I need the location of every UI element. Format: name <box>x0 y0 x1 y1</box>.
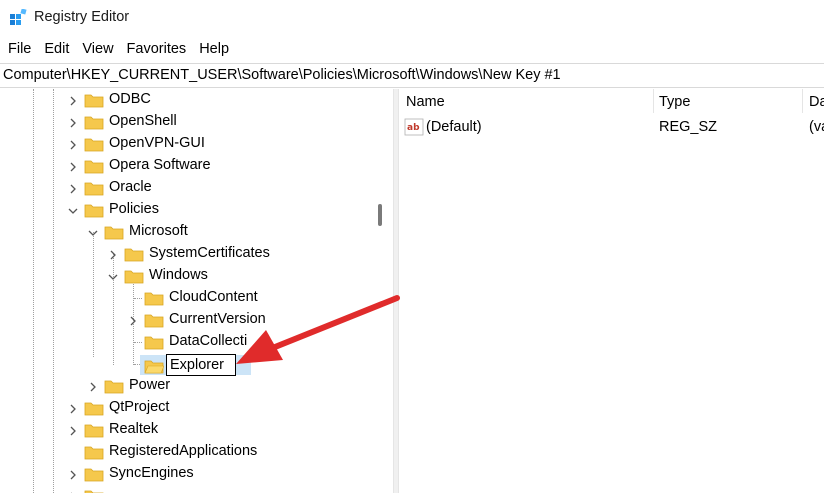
tree-node-label: Microsoft <box>129 223 188 239</box>
tree-node-windows[interactable]: Windows <box>0 265 370 287</box>
tree-node-label: Realtek <box>109 421 159 437</box>
folder-open-icon <box>144 360 164 374</box>
tree-node-policies[interactable]: Policies <box>0 199 370 221</box>
chevron-right-icon[interactable] <box>67 117 79 129</box>
folder-icon <box>84 402 104 416</box>
tree-node-realtek[interactable]: Realtek <box>0 419 370 441</box>
folder-icon <box>84 94 104 108</box>
folder-icon <box>84 424 104 438</box>
tree-node-power[interactable]: Power <box>0 375 370 397</box>
chevron-right-icon[interactable] <box>67 95 79 107</box>
tree-node-qtproject[interactable]: QtProject <box>0 397 370 419</box>
column-header-name[interactable]: Name <box>406 94 445 120</box>
tree-node-odbc[interactable]: ODBC <box>0 89 370 111</box>
tree-node-label: Policies <box>109 201 159 217</box>
tree-node-partial[interactable] <box>0 485 370 493</box>
tree-node-label: OpenShell <box>109 113 177 129</box>
chevron-down-icon[interactable] <box>67 205 79 217</box>
folder-icon <box>144 314 164 328</box>
address-bar[interactable]: Computer\HKEY_CURRENT_USER\Software\Poli… <box>0 63 824 88</box>
tree-node-label: Opera Software <box>109 157 211 173</box>
chevron-right-icon[interactable] <box>67 425 79 437</box>
chevron-right-icon[interactable] <box>67 139 79 151</box>
key-tree[interactable]: ODBC OpenShell OpenVPN-GUI Opera Softwar… <box>0 89 393 493</box>
chevron-right-icon[interactable] <box>87 381 99 393</box>
column-header-type[interactable]: Type <box>659 94 690 120</box>
rename-key-text[interactable]: Explorer <box>170 357 224 373</box>
tree-node-label: OpenVPN-GUI <box>109 135 205 151</box>
folder-icon <box>84 446 104 460</box>
tree-node-openshell[interactable]: OpenShell <box>0 111 370 133</box>
tree-node-currentversion[interactable]: CurrentVersion <box>0 309 370 331</box>
address-path[interactable]: Computer\HKEY_CURRENT_USER\Software\Poli… <box>3 67 561 83</box>
tree-node-label: Power <box>129 377 171 393</box>
folder-icon <box>84 468 104 482</box>
folder-icon <box>84 490 104 493</box>
svg-text:ab: ab <box>407 123 420 133</box>
folder-icon <box>144 336 164 350</box>
folder-icon <box>104 226 124 240</box>
value-name-default[interactable]: (Default) <box>426 119 482 135</box>
folder-icon <box>84 204 104 218</box>
chevron-down-icon[interactable] <box>87 227 99 239</box>
title-bar: Registry Editor <box>0 0 824 36</box>
tree-node-cloudcontent[interactable]: CloudContent <box>0 287 370 309</box>
chevron-down-icon[interactable] <box>107 271 119 283</box>
tree-node-systemcertificates[interactable]: SystemCertificates <box>0 243 370 265</box>
chevron-right-icon[interactable] <box>67 161 79 173</box>
menu-view[interactable]: View <box>74 41 113 57</box>
chevron-right-icon[interactable] <box>67 403 79 415</box>
folder-icon <box>144 292 164 306</box>
folder-icon <box>124 270 144 284</box>
window-title: Registry Editor <box>34 9 130 25</box>
tree-node-label: SystemCertificates <box>149 245 270 261</box>
tree-node-label: DataCollecti <box>169 333 248 349</box>
menu-bar: File Edit View Favorites Help <box>0 37 824 60</box>
column-header-data[interactable]: Da <box>809 94 824 120</box>
value-type-default: REG_SZ <box>659 119 718 135</box>
tree-node-label: CurrentVersion <box>169 311 266 327</box>
folder-icon <box>104 380 124 394</box>
folder-icon <box>84 182 104 196</box>
menu-edit[interactable]: Edit <box>36 41 69 57</box>
tree-node-label: RegisteredApplications <box>109 443 258 459</box>
chevron-right-icon[interactable] <box>127 315 139 327</box>
tree-scrollbar[interactable] <box>371 89 390 493</box>
tree-node-label: QtProject <box>109 399 170 415</box>
column-divider[interactable] <box>653 89 654 113</box>
tree-node-oracle[interactable]: Oracle <box>0 177 370 199</box>
tree-node-syncengines[interactable]: SyncEngines <box>0 463 370 485</box>
chevron-right-icon[interactable] <box>67 183 79 195</box>
folder-icon <box>84 116 104 130</box>
folder-icon <box>124 248 144 262</box>
folder-icon <box>84 160 104 174</box>
tree-node-label: SyncEngines <box>109 465 194 481</box>
folder-icon <box>84 138 104 152</box>
column-divider[interactable] <box>802 89 803 113</box>
string-value-icon: ab <box>404 118 424 136</box>
tree-node-datacollection[interactable]: DataCollecti <box>0 331 370 353</box>
scrollbar-thumb[interactable] <box>378 204 382 226</box>
menu-file[interactable]: File <box>0 41 31 57</box>
tree-node-registeredapplications[interactable]: RegisteredApplications <box>0 441 370 463</box>
value-data-default: (va <box>809 119 824 135</box>
chevron-right-icon[interactable] <box>107 249 119 261</box>
values-list[interactable]: Name Type Da ab (Default) REG_SZ (va <box>399 89 824 493</box>
registry-editor-icon <box>10 9 27 25</box>
tree-node-label: CloudContent <box>169 289 258 305</box>
tree-node-openvpn-gui[interactable]: OpenVPN-GUI <box>0 133 370 155</box>
tree-node-opera-software[interactable]: Opera Software <box>0 155 370 177</box>
rename-key-input[interactable]: Explorer <box>166 354 236 376</box>
menu-favorites[interactable]: Favorites <box>119 41 187 57</box>
chevron-right-icon[interactable] <box>67 469 79 481</box>
menu-help[interactable]: Help <box>191 41 229 57</box>
tree-node-microsoft[interactable]: Microsoft <box>0 221 370 243</box>
tree-node-label: ODBC <box>109 91 151 107</box>
tree-node-label: Windows <box>149 267 208 283</box>
tree-node-label: Oracle <box>109 179 152 195</box>
